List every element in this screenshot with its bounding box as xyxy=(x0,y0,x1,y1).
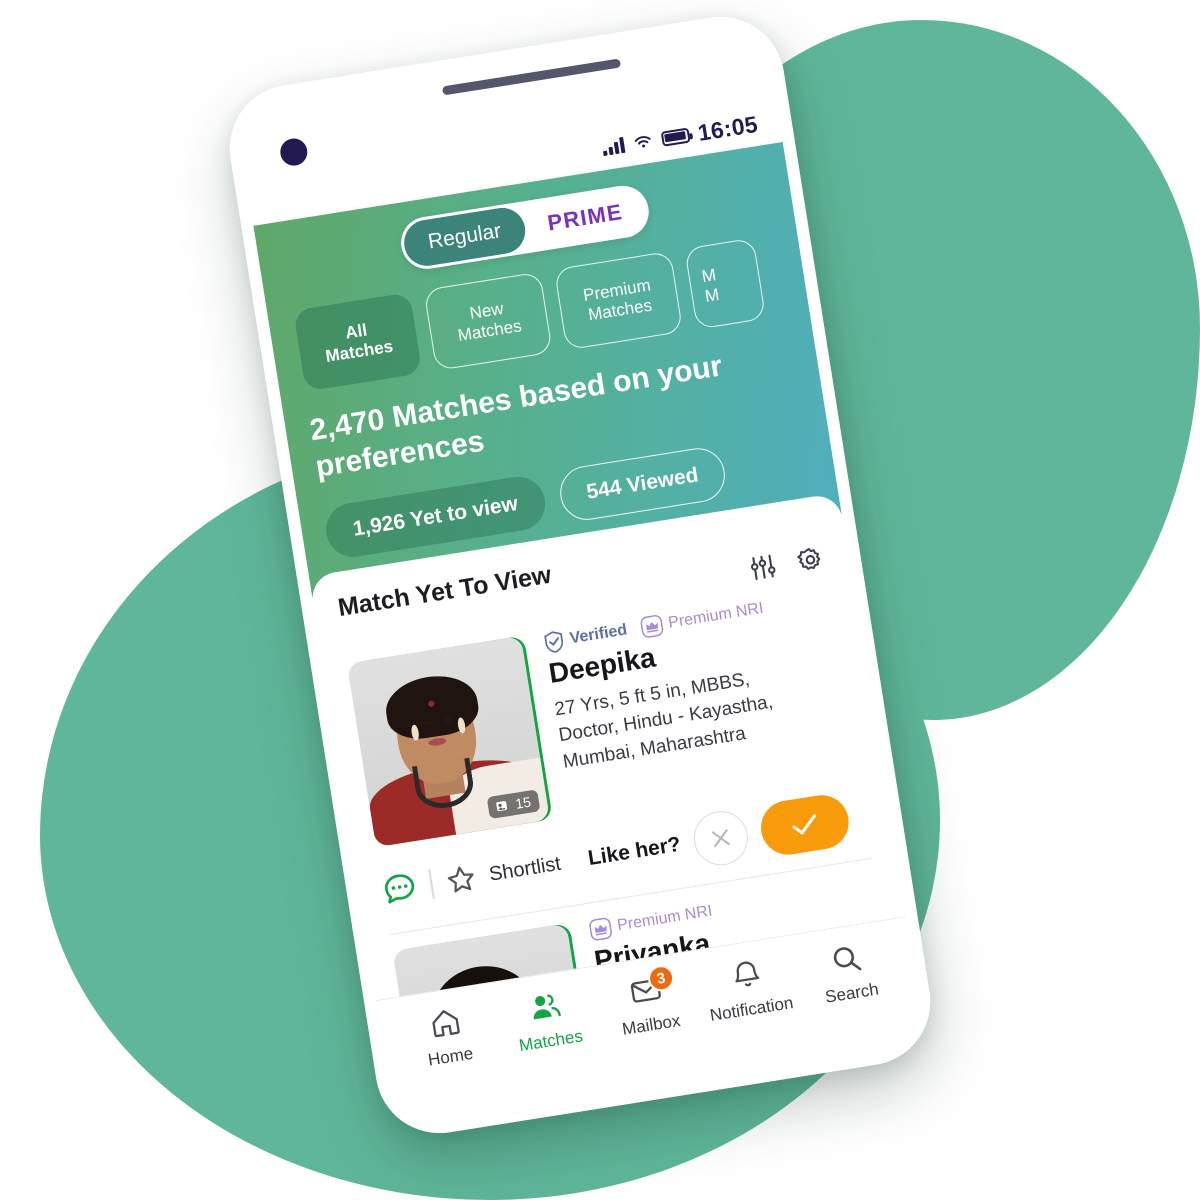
nav-item-search[interactable]: Search xyxy=(799,936,899,1011)
check-icon xyxy=(792,814,817,835)
photo-stack-icon xyxy=(496,801,508,812)
filter-chip-new-matches[interactable]: New Matches xyxy=(423,271,553,371)
settings-gear-icon[interactable] xyxy=(794,544,826,576)
accept-button[interactable] xyxy=(757,791,853,859)
nav-label-matches: Matches xyxy=(517,1026,585,1056)
decline-button[interactable] xyxy=(690,807,752,870)
nav-item-mailbox[interactable]: 3 Mailbox xyxy=(598,963,698,1043)
page-title: Match Yet To View xyxy=(336,560,554,623)
nav-item-home[interactable]: Home xyxy=(397,1000,497,1075)
speaker-grille xyxy=(441,58,622,96)
magnifier-icon xyxy=(834,947,862,971)
wifi-icon xyxy=(634,136,651,148)
cellular-signal-icon xyxy=(601,136,626,157)
profile-photo[interactable]: 15 xyxy=(347,636,550,848)
content-sheet: Match Yet To View 15 Verified Premium NR… xyxy=(308,492,925,1123)
nav-label-home: Home xyxy=(426,1043,475,1070)
status-time: 16:05 xyxy=(695,110,760,146)
section-header-icons xyxy=(747,544,826,584)
profile-portrait-image xyxy=(347,636,550,848)
nav-label-mailbox: Mailbox xyxy=(620,1010,682,1039)
close-x-icon xyxy=(712,829,731,848)
nav-label-notification: Notification xyxy=(708,993,795,1025)
action-divider xyxy=(428,869,435,900)
home-icon xyxy=(432,1010,460,1038)
profile-info: Verified Premium NRI Deepika 27 Yrs, 5 f… xyxy=(543,593,824,817)
battery-full-icon xyxy=(660,127,691,147)
people-icon xyxy=(534,994,562,1020)
crown-icon xyxy=(589,917,613,941)
chat-bubble-icon[interactable] xyxy=(380,870,419,909)
filter-chip-truncated[interactable]: M M xyxy=(684,237,767,330)
filter-chip-premium-matches[interactable]: Premium Matches xyxy=(553,250,684,351)
front-camera xyxy=(278,136,310,168)
toggle-option-regular[interactable]: Regular xyxy=(400,204,529,270)
crown-icon xyxy=(640,615,664,638)
verified-shield-icon xyxy=(544,631,564,654)
like-prompt-label: Like her? xyxy=(586,832,683,871)
nav-item-notification[interactable]: Notification xyxy=(698,952,798,1027)
nav-label-search: Search xyxy=(823,979,881,1007)
filter-sliders-icon[interactable] xyxy=(747,551,779,583)
nav-item-matches[interactable]: Matches xyxy=(498,984,598,1059)
photo-count-value: 15 xyxy=(514,793,533,813)
stat-viewed[interactable]: 544 Viewed xyxy=(555,444,730,525)
star-outline-icon[interactable] xyxy=(444,862,478,896)
verified-badge-label: Verified xyxy=(568,621,629,648)
shortlist-label[interactable]: Shortlist xyxy=(488,852,563,886)
page-root: 16:05 Regular PRIME All Matches New Matc… xyxy=(0,0,1200,1200)
bell-icon xyxy=(735,961,759,987)
filter-chip-all-matches[interactable]: All Matches xyxy=(293,292,423,392)
toggle-option-prime[interactable]: PRIME xyxy=(521,186,649,251)
